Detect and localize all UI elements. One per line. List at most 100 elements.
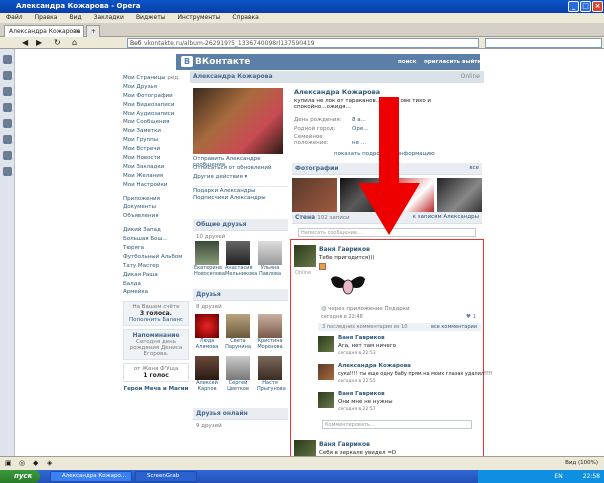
nav-item[interactable]: Мои Настройки (123, 181, 189, 190)
top-up-link[interactable]: Пополнить Баланс (126, 317, 186, 323)
friend-card[interactable]: Люда Алямова (194, 314, 220, 350)
comment-author[interactable]: Александра Кожарова (338, 363, 411, 369)
nav-item[interactable]: Мои Группы (123, 136, 189, 145)
menu-widgets[interactable]: Виджеты (136, 14, 166, 21)
ad-title[interactable]: Герои Меча и Магии (123, 386, 189, 392)
unite-icon[interactable]: ◆ (33, 459, 38, 467)
new-tab-button[interactable]: + (86, 25, 100, 37)
nav-group[interactable]: Балда (123, 280, 189, 289)
friend-card[interactable]: Кристина Морозова (257, 314, 283, 350)
history-icon[interactable] (3, 135, 12, 144)
home-icon[interactable]: ⌂ (72, 38, 77, 47)
panel-toggle-icon[interactable]: ▣ (5, 459, 12, 467)
logout-link[interactable]: выйти (462, 59, 481, 65)
taskbar-item-opera[interactable]: Александра Кожаро... (50, 471, 132, 482)
post-via[interactable]: через приложение Подарки (328, 306, 409, 312)
language-indicator[interactable]: EN (554, 473, 562, 480)
tab-close-icon[interactable]: × (75, 26, 80, 37)
close-button[interactable]: × (592, 1, 603, 12)
search-field[interactable] (485, 38, 602, 48)
friend-card[interactable]: Настя Прыгунова (257, 356, 286, 392)
menu-edit[interactable]: Правка (35, 14, 58, 21)
more-actions-link[interactable]: Другие действия ▾ (193, 174, 288, 186)
friend-card[interactable]: Алексей Карпов (194, 356, 220, 392)
gift-image[interactable] (329, 271, 367, 297)
widgets-icon[interactable] (3, 87, 12, 96)
forward-icon[interactable]: ▶ (36, 38, 42, 47)
gifts-link[interactable]: Подарки Александры (193, 186, 288, 195)
windows-icon[interactable] (3, 167, 12, 176)
menu-bookmarks[interactable]: Закладки (94, 14, 124, 21)
post-time[interactable]: сегодня в 22:48 (321, 314, 363, 320)
photos-all-link[interactable]: все (469, 165, 479, 171)
wall-records-link[interactable]: к записям Александры (413, 214, 479, 220)
zoom-level[interactable]: Вид (100%) (565, 460, 598, 466)
links-icon[interactable] (3, 151, 12, 160)
comment-author[interactable]: Ваня Гавриков (338, 335, 385, 341)
mail-icon[interactable] (3, 55, 12, 64)
sync-icon[interactable]: ◈ (47, 459, 52, 467)
turbo-icon[interactable]: ◎ (19, 459, 25, 467)
menu-tools[interactable]: Инструменты (177, 14, 220, 21)
nav-app[interactable]: Объявления (123, 212, 189, 221)
comment-author[interactable]: Ваня Гавриков (338, 391, 385, 397)
minimize-button[interactable]: _ (568, 1, 579, 12)
vk-logo[interactable]: В ВКонтакте (181, 56, 250, 67)
nav-group[interactable]: Тюряга (123, 244, 189, 253)
nav-item-pages[interactable]: Мои Страницы ред. (123, 74, 189, 83)
nav-item[interactable]: Мои Заметки (123, 127, 189, 136)
comment-avatar[interactable] (318, 364, 334, 380)
menu-file[interactable]: Файл (6, 14, 23, 21)
reload-icon[interactable]: ↻ (54, 38, 61, 47)
post-author-avatar[interactable] (294, 245, 316, 267)
nav-item[interactable]: Мои Друзья (123, 83, 189, 92)
maximize-button[interactable]: □ (580, 1, 591, 12)
nav-group[interactable]: Большая Бош... (123, 235, 189, 244)
nav-item[interactable]: Мои Встречи (123, 145, 189, 154)
nav-item[interactable]: Мои Закладки (123, 163, 189, 172)
nav-group[interactable]: Тату Мастер (123, 262, 189, 271)
notes-icon[interactable] (3, 103, 12, 112)
bookmarks-icon[interactable] (3, 71, 12, 80)
send-message-link[interactable]: Отправить Александре сообщение (193, 156, 288, 168)
nav-group[interactable]: Футбольный Альбом (123, 253, 189, 262)
nav-app[interactable]: Документы (123, 203, 189, 212)
comment-avatar[interactable] (318, 392, 334, 408)
nav-item[interactable]: Мои Желания (123, 172, 189, 181)
nav-item[interactable]: Мои Сообщения (123, 118, 189, 127)
nav-item[interactable]: Мои Новости (123, 154, 189, 163)
profile-avatar[interactable] (193, 88, 283, 154)
nav-group[interactable]: Дикая Раша (123, 271, 189, 280)
comment-avatar[interactable] (318, 336, 334, 352)
nav-item[interactable]: Мои Аудиозаписи (123, 110, 189, 119)
comment-input[interactable]: Комментировать... (322, 420, 472, 429)
friend-card[interactable]: Света Парунина (225, 314, 251, 350)
photo-thumb[interactable] (436, 178, 482, 212)
nav-group[interactable]: Армейка (123, 288, 189, 297)
start-button[interactable]: пуск (0, 470, 40, 483)
friend-card[interactable]: Сергей Цветков (225, 356, 251, 392)
menu-view[interactable]: Вид (69, 14, 81, 21)
menu-help[interactable]: Справка (232, 14, 258, 21)
address-field[interactable]: Веб vkontakte.ru/album-262919?5_133674009… (127, 38, 479, 48)
back-icon[interactable]: ◀ (22, 38, 28, 47)
invite-link[interactable]: пригласить (424, 59, 460, 65)
taskbar-item-screengrab[interactable]: ScreenGrab (135, 471, 197, 482)
transfers-icon[interactable] (3, 119, 12, 128)
nav-item[interactable]: Мои Фотографии (123, 92, 189, 101)
nav-group[interactable]: Дикий Запад (123, 226, 189, 235)
like-button[interactable]: ♥ 1 (466, 314, 476, 320)
photo-thumb[interactable] (292, 178, 338, 212)
nav-edit-link[interactable]: ред. (167, 75, 179, 81)
friend-card[interactable]: Ульяна Павлова (257, 241, 283, 277)
search-link[interactable]: поиск (398, 59, 416, 65)
unsubscribe-link[interactable]: Отписаться от обновлений (193, 165, 288, 174)
nav-app[interactable]: Приложения (123, 195, 189, 204)
post-author[interactable]: Ваня Гавриков (319, 441, 370, 448)
post-author[interactable]: Ваня Гавриков (319, 246, 370, 253)
tab-active[interactable]: Александра Кожарова × (4, 25, 84, 37)
friend-card[interactable]: Екатерина Новоселова (194, 241, 225, 277)
all-comments-link[interactable]: все комментарии (431, 324, 477, 330)
followers-link[interactable]: Подписчики Александры (193, 195, 288, 204)
nav-item[interactable]: Мои Видеозаписи (123, 101, 189, 110)
